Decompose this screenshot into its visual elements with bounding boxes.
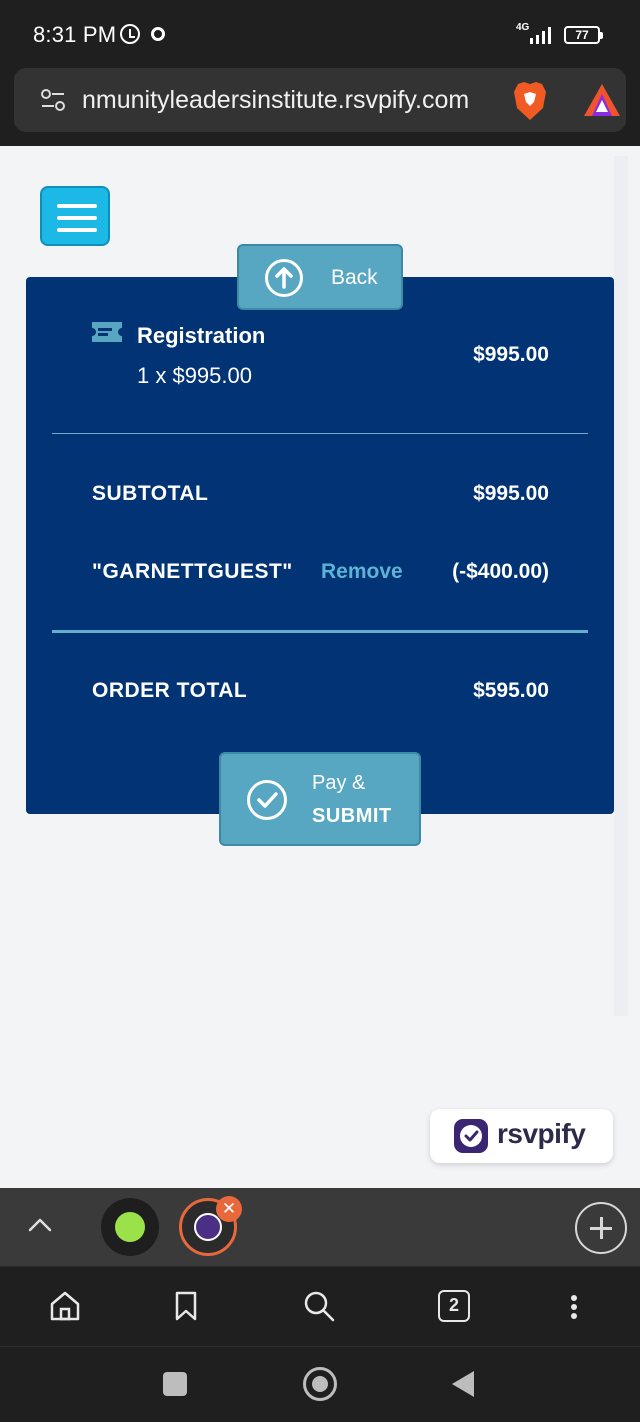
notification-icon <box>151 27 165 41</box>
site-settings-icon[interactable] <box>40 88 66 112</box>
scrollbar[interactable] <box>614 156 628 1016</box>
order-total-value: $595.00 <box>473 679 549 702</box>
menu-icon-bar <box>57 204 97 208</box>
brave-shields-icon[interactable] <box>510 80 550 122</box>
divider <box>52 433 588 434</box>
tab-thumbnail[interactable] <box>101 1198 159 1256</box>
menu-dot <box>571 1313 577 1319</box>
alarm-icon <box>120 24 140 44</box>
back-button-label: Back <box>331 266 378 289</box>
pay-submit-button[interactable]: Pay & SUBMIT <box>219 752 421 846</box>
remove-promo-link[interactable]: Remove <box>321 560 403 584</box>
rsvpify-logo-text: rsvpify <box>497 1118 586 1149</box>
browser-address-area: nmunityleadersinstitute.rsvpify.com <box>0 68 640 146</box>
menu-icon-bar <box>57 228 97 232</box>
chevron-up-icon[interactable] <box>27 1214 53 1234</box>
browser-toolbar: 2 <box>0 1266 640 1346</box>
tab-strip: ✕ <box>0 1188 640 1266</box>
home-button[interactable] <box>303 1367 337 1401</box>
promo-code: "GARNETTGUEST" <box>92 560 293 583</box>
tabs-count-button[interactable]: 2 <box>438 1290 470 1322</box>
pay-button-line1: Pay & <box>312 772 366 794</box>
order-summary-card: Registration 1 x $995.00 $995.00 SUBTOTA… <box>26 277 614 814</box>
url-text[interactable]: nmunityleadersinstitute.rsvpify.com <box>82 86 502 115</box>
item-price: $995.00 <box>473 343 549 366</box>
menu-icon-bar <box>57 216 97 220</box>
divider <box>52 630 588 633</box>
subtotal-value: $995.00 <box>473 482 549 505</box>
item-name: Registration <box>137 323 266 348</box>
rsvpify-badge[interactable]: rsvpify <box>430 1109 613 1163</box>
menu-dot <box>571 1304 577 1310</box>
ticket-icon <box>92 322 122 342</box>
menu-dot <box>571 1295 577 1301</box>
discount-value: (-$400.00) <box>452 560 549 583</box>
pay-button-line2: SUBMIT <box>312 805 392 827</box>
subtotal-label: SUBTOTAL <box>92 482 209 505</box>
address-bar[interactable]: nmunityleadersinstitute.rsvpify.com <box>14 68 626 132</box>
close-tab-icon[interactable]: ✕ <box>216 1196 242 1222</box>
bookmark-icon[interactable] <box>169 1289 203 1323</box>
site-favicon-icon <box>115 1212 145 1242</box>
brave-rewards-icon[interactable] <box>582 82 622 118</box>
status-bar: 8:31 PM 4G 77 <box>0 0 640 68</box>
page-content: Registration 1 x $995.00 $995.00 SUBTOTA… <box>0 146 640 1188</box>
search-icon[interactable] <box>302 1289 336 1323</box>
rsvpify-check-icon <box>454 1119 488 1153</box>
recents-button[interactable] <box>163 1372 187 1396</box>
hamburger-menu-button[interactable] <box>40 186 110 246</box>
arrow-up-circle-icon <box>265 259 303 297</box>
order-total-label: ORDER TOTAL <box>92 679 248 702</box>
battery-icon: 77 <box>564 26 603 44</box>
check-circle-icon <box>247 780 287 820</box>
new-tab-button[interactable] <box>575 1202 627 1254</box>
back-button[interactable]: Back <box>237 244 403 310</box>
home-icon[interactable] <box>48 1289 82 1323</box>
system-navigation-bar <box>0 1346 640 1422</box>
signal-icon <box>530 27 551 44</box>
item-quantity: 1 x $995.00 <box>137 363 252 388</box>
rsvpify-favicon-icon <box>194 1213 222 1241</box>
back-nav-button[interactable] <box>452 1371 474 1397</box>
status-time: 8:31 PM <box>33 22 117 47</box>
